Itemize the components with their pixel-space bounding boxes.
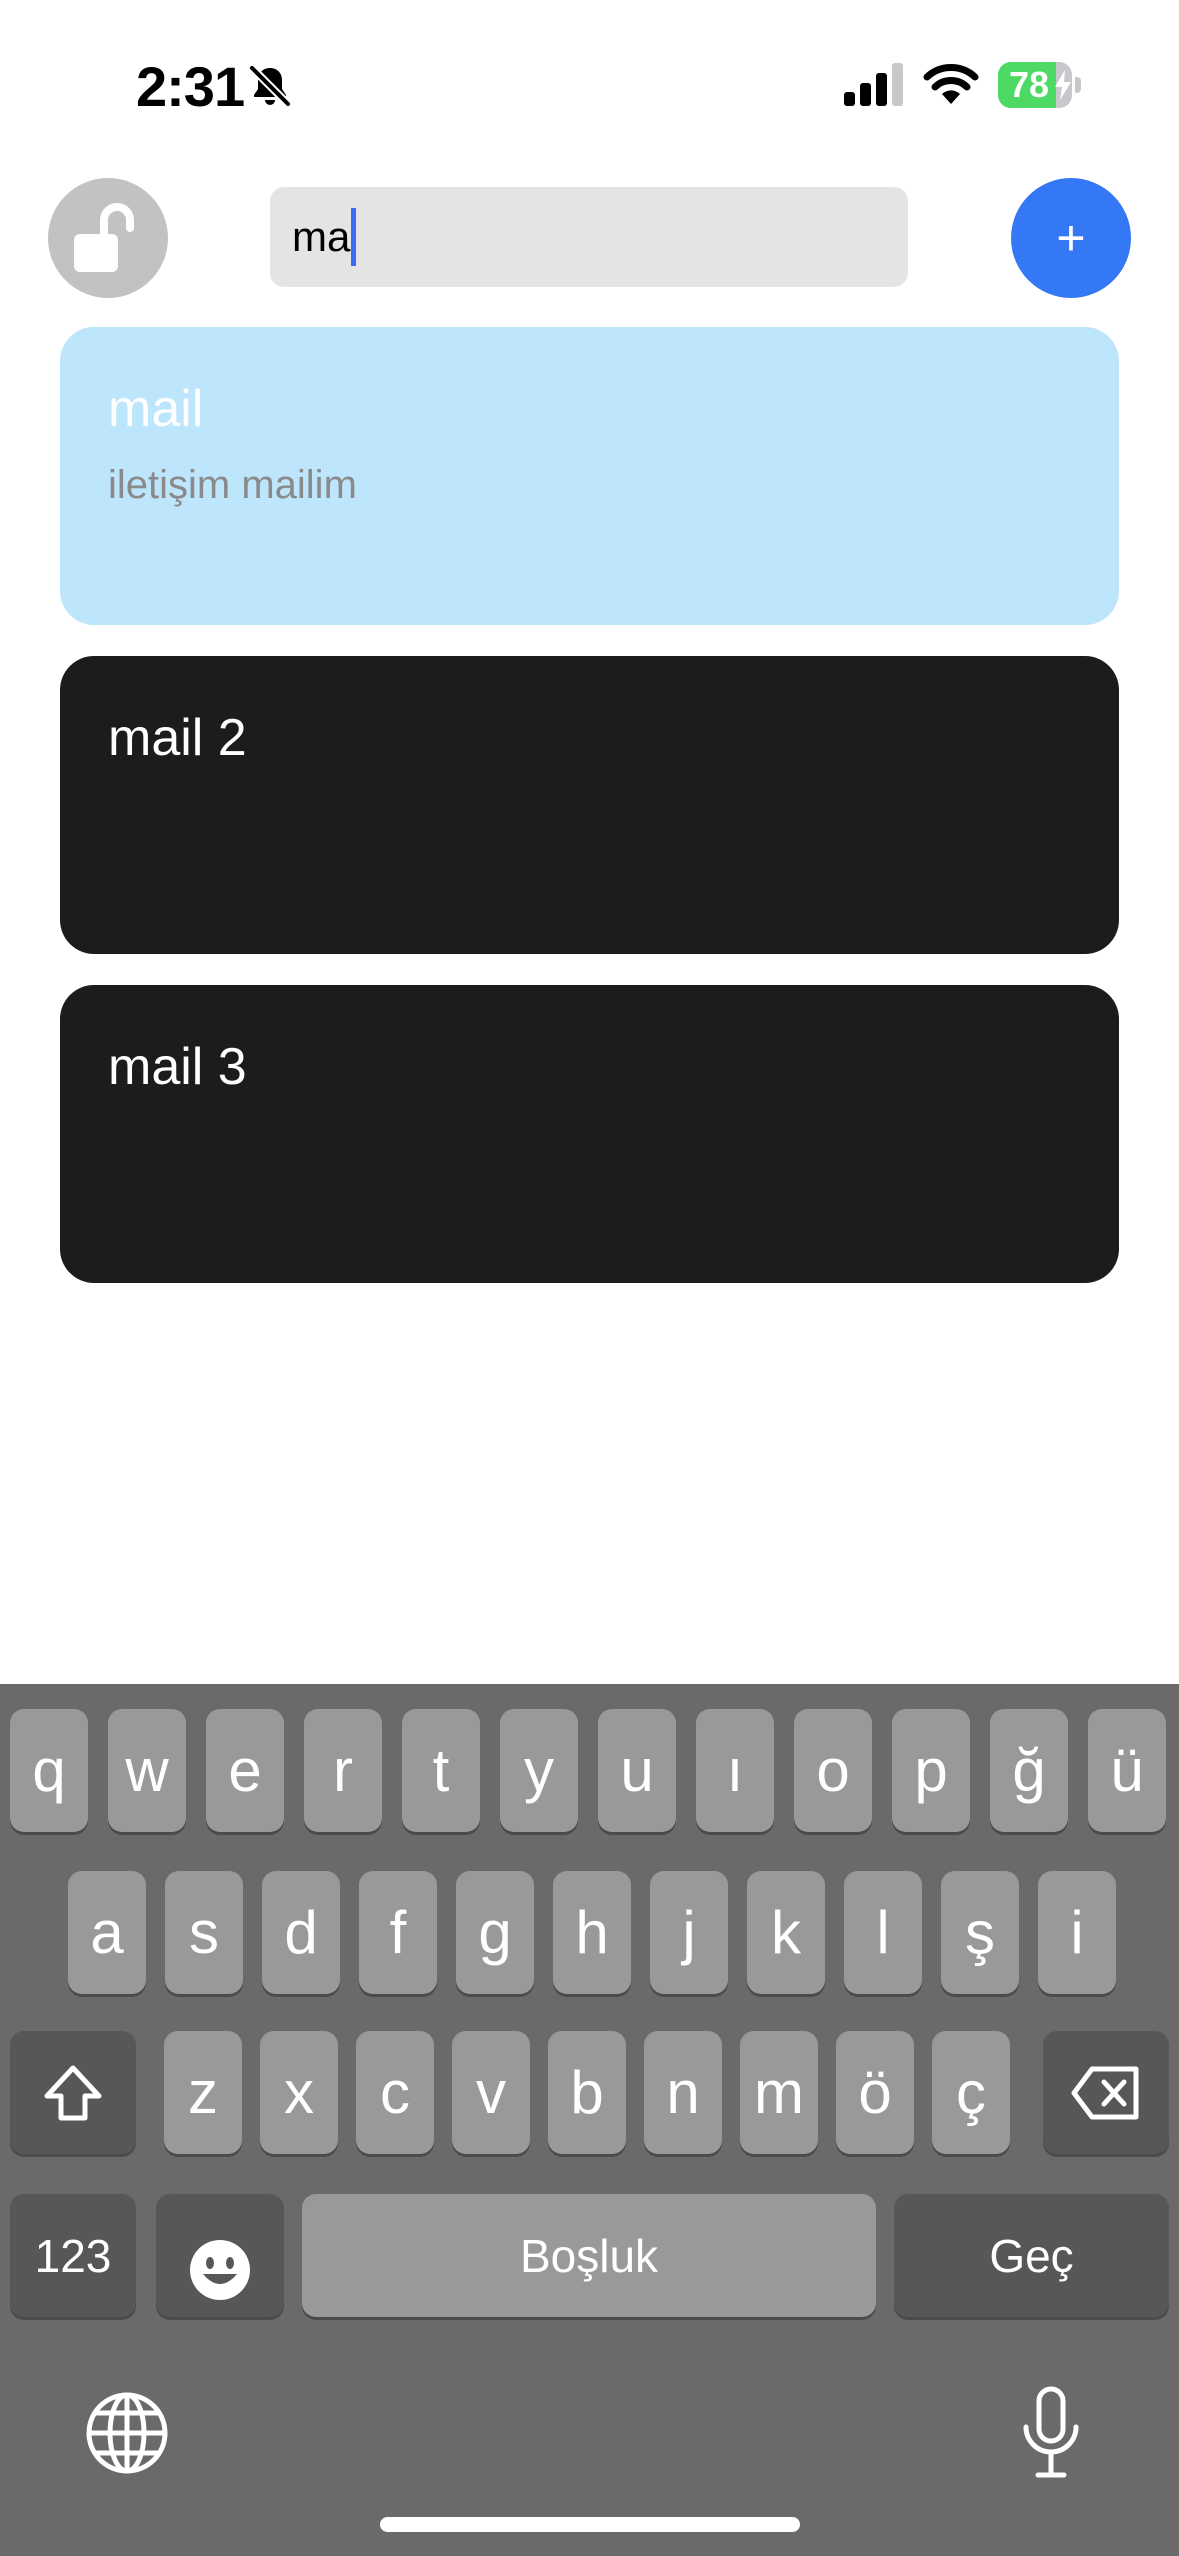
add-button[interactable]: + (1011, 178, 1131, 298)
lock-toggle-button[interactable] (48, 178, 168, 298)
key-w[interactable]: w (108, 1709, 186, 1832)
key-k[interactable]: k (747, 1871, 825, 1994)
home-indicator (380, 2517, 800, 2532)
key-z[interactable]: z (164, 2031, 242, 2154)
return-key[interactable]: Geç (894, 2194, 1169, 2317)
key-g[interactable]: g (456, 1871, 534, 1994)
key-b[interactable]: b (548, 2031, 626, 2154)
entry-description: iletişim mailim (108, 463, 357, 507)
key-y[interactable]: y (500, 1709, 578, 1832)
charging-bolt-icon (1055, 70, 1071, 100)
battery-level: 78 (1008, 64, 1050, 105)
key-t[interactable]: t (402, 1709, 480, 1832)
emoji-icon (190, 2239, 250, 2300)
key-u[interactable]: u (598, 1709, 676, 1832)
key-i[interactable]: i (1038, 1871, 1116, 1994)
entry-title: mail 3 (108, 1038, 247, 1096)
wifi-icon (923, 64, 979, 104)
key-f[interactable]: f (359, 1871, 437, 1994)
unlock-icon (74, 203, 134, 272)
key-c[interactable]: c (356, 2031, 434, 2154)
shift-key[interactable] (10, 2031, 136, 2154)
backspace-key[interactable] (1043, 2031, 1169, 2154)
key-ş[interactable]: ş (941, 1871, 1019, 1994)
microphone-icon (1023, 2386, 1079, 2477)
status-time: 2:31 (136, 55, 245, 118)
key-e[interactable]: e (206, 1709, 284, 1832)
search-input[interactable]: ma (270, 187, 908, 287)
key-h[interactable]: h (553, 1871, 631, 1994)
key-o[interactable]: o (794, 1709, 872, 1832)
key-v[interactable]: v (452, 2031, 530, 2154)
screen: 2:31 78 ma + mail iletişim mailim mail 2… (0, 0, 1179, 2556)
emoji-key[interactable] (156, 2194, 284, 2317)
bell-muted-icon (248, 64, 292, 108)
status-bar: 2:31 78 (0, 0, 1179, 160)
key-l[interactable]: l (844, 1871, 922, 1994)
globe-icon (86, 2392, 168, 2473)
battery-indicator: 78 (998, 62, 1082, 108)
card-list: mail iletişim mailim mail 2 mail 3 (60, 327, 1119, 1314)
key-s[interactable]: s (165, 1871, 243, 1994)
key-ğ[interactable]: ğ (990, 1709, 1068, 1832)
key-ı[interactable]: ı (696, 1709, 774, 1832)
key-j[interactable]: j (650, 1871, 728, 1994)
key-m[interactable]: m (740, 2031, 818, 2154)
space-key[interactable]: Boşluk (302, 2194, 876, 2317)
key-p[interactable]: p (892, 1709, 970, 1832)
numbers-key[interactable]: 123 (10, 2194, 136, 2317)
key-ü[interactable]: ü (1088, 1709, 1166, 1832)
cellular-signal-icon (844, 63, 903, 106)
backspace-icon (1071, 2066, 1139, 2119)
key-r[interactable]: r (304, 1709, 382, 1832)
entry-title: mail (108, 380, 204, 438)
key-ç[interactable]: ç (932, 2031, 1010, 2154)
entry-title: mail 2 (108, 709, 247, 767)
globe-key[interactable] (72, 2379, 182, 2489)
key-ö[interactable]: ö (836, 2031, 914, 2154)
key-q[interactable]: q (10, 1709, 88, 1832)
dictation-key[interactable] (996, 2379, 1106, 2489)
key-n[interactable]: n (644, 2031, 722, 2154)
entry-card[interactable]: mail 3 (60, 985, 1119, 1283)
keyboard: 123 Boşluk Geç q w e r t y u ı o p ğ ü a… (0, 1684, 1179, 2556)
search-input-value: ma (292, 213, 351, 260)
key-x[interactable]: x (260, 2031, 338, 2154)
key-a[interactable]: a (68, 1871, 146, 1994)
text-caret (351, 208, 357, 266)
shift-icon (44, 2065, 102, 2120)
key-d[interactable]: d (262, 1871, 340, 1994)
entry-card[interactable]: mail iletişim mailim (60, 327, 1119, 625)
entry-card[interactable]: mail 2 (60, 656, 1119, 954)
